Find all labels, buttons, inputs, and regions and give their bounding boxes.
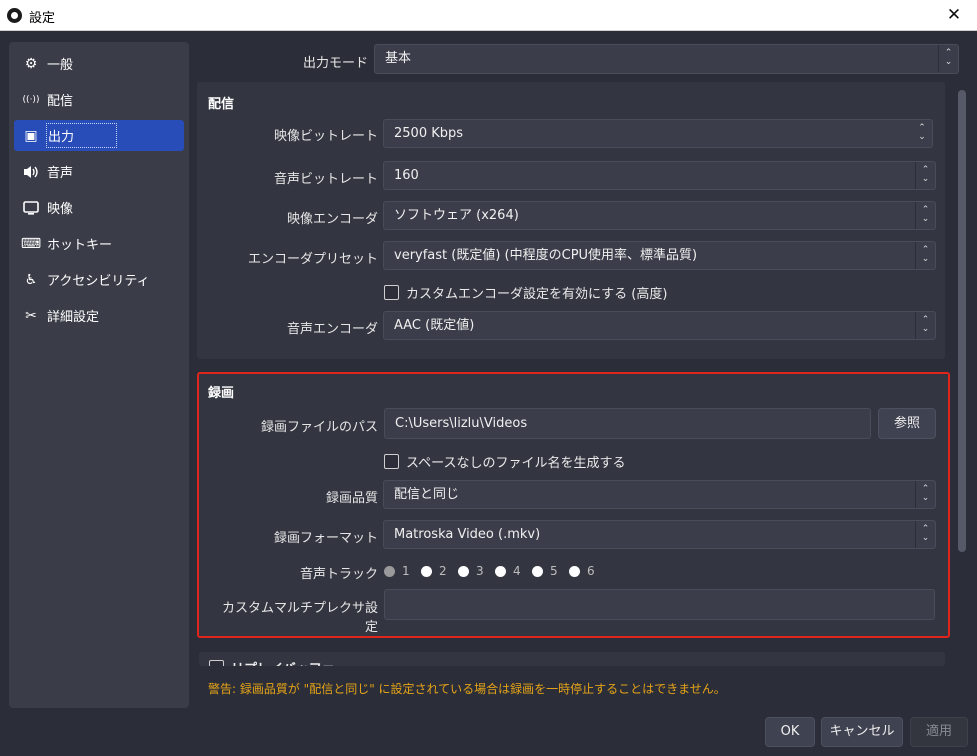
sidebar-item-label: 一般 <box>47 58 74 73</box>
recording-quality-label: 録画品質 <box>325 491 378 506</box>
checkbox-box[interactable] <box>384 285 399 300</box>
gear-icon: ⚙ <box>24 55 38 72</box>
recording-format-select[interactable]: Matroska Video (.mkv) ⌃ ⌄ <box>383 520 936 549</box>
sidebar-item-video[interactable]: 映像 <box>14 192 184 223</box>
warning-text: 警告: 録画品質が "配信と同じ" に設定されている場合は録画を一時停止すること… <box>208 682 726 696</box>
accessibility-icon: ♿ <box>24 271 38 288</box>
audio-bitrate-label: 音声ビットレート <box>273 172 378 187</box>
audio-track-radio-4[interactable]: 4 <box>495 564 521 578</box>
audio-track-radio-1[interactable]: 1 <box>384 564 410 578</box>
keyboard-icon: ⌨ <box>20 235 42 252</box>
sidebar-item-accessibility[interactable]: ♿ アクセシビリティ <box>14 264 184 295</box>
dropdown-arrows-icon: ⌃ ⌄ <box>915 481 935 508</box>
cancel-button[interactable]: キャンセル <box>821 717 903 747</box>
no-space-filename-checkbox[interactable]: スペースなしのファイル名を生成する <box>384 452 625 471</box>
audio-track-radio-3[interactable]: 3 <box>458 564 484 578</box>
radio-dot[interactable] <box>532 565 543 577</box>
recording-path-label: 録画ファイルのパス <box>260 420 378 435</box>
dropdown-arrows-icon: ⌃ ⌄ <box>915 312 935 339</box>
recording-format-value: Matroska Video (.mkv) <box>394 527 541 542</box>
sidebar-item-label: ホットキー <box>47 238 113 253</box>
audio-bitrate-select[interactable]: 160 ⌃ ⌄ <box>383 161 936 190</box>
sidebar-item-output[interactable]: ▣ 出力 <box>14 120 184 151</box>
obs-logo-icon <box>7 8 22 23</box>
encoder-preset-value: veryfast (既定値) (中程度のCPU使用率、標準品質) <box>394 248 698 263</box>
recording-quality-value: 配信と同じ <box>394 487 460 502</box>
recording-path-input[interactable]: C:\Users\lizlu\Videos <box>384 408 871 439</box>
audio-track-radio-5[interactable]: 5 <box>532 564 558 578</box>
muxer-settings-label: カスタムマルチプレクサ設定 <box>221 601 378 635</box>
monitor-icon <box>22 199 40 217</box>
tools-icon: ✂ <box>25 307 37 324</box>
checkbox-box[interactable] <box>384 454 399 469</box>
replay-buffer-checkbox[interactable]: リプレイバッファ <box>209 658 335 666</box>
dropdown-arrows-icon: ⌃ ⌄ <box>915 162 935 189</box>
radio-dot[interactable] <box>495 565 506 577</box>
title-bar: 設定 ✕ <box>0 0 977 31</box>
video-bitrate-spinbox[interactable]: 2500 Kbps ⌃ ⌄ <box>383 119 933 148</box>
audio-track-label: 音声トラック <box>299 567 378 582</box>
output-mode-select[interactable]: 基本 ⌃ ⌄ <box>374 44 959 74</box>
dropdown-arrows-icon: ⌃ ⌄ <box>915 242 935 269</box>
ok-button[interactable]: OK <box>765 717 815 747</box>
video-bitrate-label: 映像ビットレート <box>273 129 378 144</box>
spinner-arrows-icon: ⌃ ⌄ <box>938 45 958 72</box>
apply-button[interactable]: 適用 <box>910 717 968 747</box>
settings-sidebar: ⚙ 一般 ((·)) 配信 ▣ 出力 音声 映像 ⌨ ホットキー ♿ アクセシビ… <box>9 42 189 708</box>
sidebar-item-advanced[interactable]: ✂ 詳細設定 <box>14 300 184 331</box>
muxer-settings-input[interactable] <box>384 589 935 620</box>
browse-button[interactable]: 参照 <box>878 408 936 439</box>
recording-quality-select[interactable]: 配信と同じ ⌃ ⌄ <box>383 480 936 509</box>
radio-dot[interactable] <box>569 565 580 577</box>
dropdown-arrows-icon: ⌃ ⌄ <box>915 202 935 229</box>
replay-buffer-label: リプレイバッファ <box>231 658 335 666</box>
output-mode-label: 出力モード <box>302 56 368 71</box>
custom-encoder-label: カスタムエンコーダ設定を有効にする (高度) <box>406 287 668 302</box>
checkbox-box[interactable] <box>209 660 224 666</box>
audio-encoder-label: 音声エンコーダ <box>286 322 378 337</box>
sidebar-item-general[interactable]: ⚙ 一般 <box>14 48 184 79</box>
streaming-group-title: 配信 <box>208 97 235 112</box>
sidebar-item-label: アクセシビリティ <box>47 274 150 289</box>
radio-dot[interactable] <box>421 565 432 577</box>
speaker-icon <box>22 163 40 181</box>
spinner-arrows-icon[interactable]: ⌃ ⌄ <box>912 120 932 147</box>
sidebar-item-label: 詳細設定 <box>47 310 100 325</box>
audio-track-radio-6[interactable]: 6 <box>569 564 595 578</box>
radio-dot[interactable] <box>458 565 469 577</box>
audio-bitrate-value: 160 <box>394 168 419 183</box>
sidebar-item-label: 映像 <box>47 202 74 217</box>
audio-encoder-value: AAC (既定値) <box>394 318 475 333</box>
audio-track-radio-2[interactable]: 2 <box>421 564 447 578</box>
output-icon: ▣ <box>24 127 38 144</box>
video-encoder-label: 映像エンコーダ <box>286 212 378 227</box>
sidebar-item-label: 音声 <box>47 166 74 181</box>
sidebar-item-label: 配信 <box>47 94 74 109</box>
output-mode-value: 基本 <box>385 51 412 66</box>
sidebar-item-label: 出力 <box>45 123 118 148</box>
sidebar-item-hotkeys[interactable]: ⌨ ホットキー <box>14 228 184 259</box>
encoder-preset-label: エンコーダプリセット <box>247 252 378 267</box>
video-encoder-value: ソフトウェア (x264) <box>394 208 519 223</box>
replay-buffer-group: リプレイバッファ <box>199 652 945 666</box>
sidebar-item-audio[interactable]: 音声 <box>14 156 184 187</box>
recording-format-label: 録画フォーマット <box>273 531 378 546</box>
video-encoder-select[interactable]: ソフトウェア (x264) ⌃ ⌄ <box>383 201 936 230</box>
dropdown-arrows-icon: ⌃ ⌄ <box>915 521 935 548</box>
radio-dot[interactable] <box>384 565 395 577</box>
video-bitrate-value: 2500 Kbps <box>394 126 464 141</box>
broadcast-icon: ((·)) <box>22 94 40 105</box>
no-space-filename-label: スペースなしのファイル名を生成する <box>406 456 626 471</box>
close-button[interactable]: ✕ <box>931 0 977 31</box>
custom-encoder-checkbox[interactable]: カスタムエンコーダ設定を有効にする (高度) <box>384 283 667 302</box>
encoder-preset-select[interactable]: veryfast (既定値) (中程度のCPU使用率、標準品質) ⌃ ⌄ <box>383 241 936 270</box>
settings-scrollbar[interactable] <box>958 90 966 552</box>
window-title: 設定 <box>29 11 56 26</box>
recording-path-value: C:\Users\lizlu\Videos <box>395 416 528 431</box>
audio-encoder-select[interactable]: AAC (既定値) ⌃ ⌄ <box>383 311 936 340</box>
sidebar-item-stream[interactable]: ((·)) 配信 <box>14 84 184 115</box>
